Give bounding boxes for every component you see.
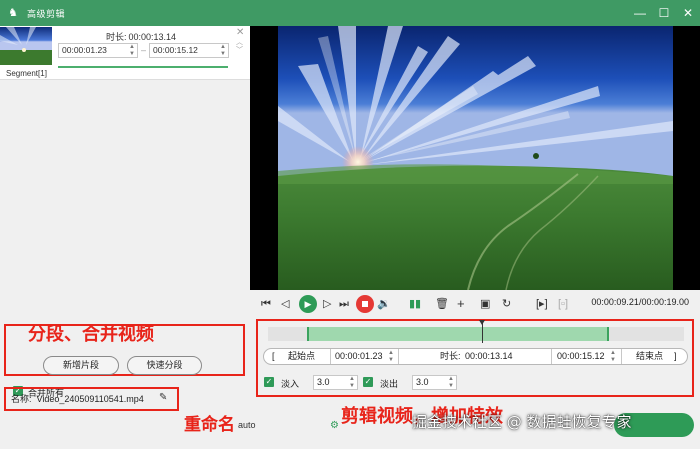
next-frame-icon[interactable]: ▷ — [323, 296, 331, 312]
skip-start-icon[interactable]: ⏮ — [261, 296, 271, 312]
timeline-selection[interactable] — [307, 327, 609, 341]
divider — [551, 349, 552, 364]
cut-start-value[interactable]: 00:00:01.23 — [335, 349, 383, 364]
fade-in-checkbox[interactable]: ✓ — [264, 377, 274, 387]
watermark: 掘金技术社区 @ 数据蛙恢复专家 — [412, 413, 632, 431]
cut-end-value[interactable]: 00:00:15.12 — [557, 349, 605, 364]
skip-end-icon[interactable]: ⏭ — [339, 296, 349, 312]
minimize-button[interactable]: — — [628, 0, 652, 26]
close-button[interactable]: ✕ — [676, 0, 700, 26]
segment-start-spinner[interactable]: ▲ ▼ — [129, 44, 135, 57]
divider — [330, 349, 331, 364]
app-logo-icon: ♞ — [8, 7, 18, 19]
cut-duration-value: 00:00:13.14 — [465, 351, 513, 361]
divider — [398, 349, 399, 364]
fade-out-spinner[interactable]: ▲ ▼ — [448, 376, 454, 389]
volume-icon[interactable]: 🔉 — [377, 296, 391, 312]
segment-start-field[interactable]: 00:00:01.23 ▲ ▼ — [58, 43, 138, 58]
set-end-button[interactable]: 结束点 — [636, 349, 663, 364]
fade-out-value: 3.0 — [416, 377, 429, 387]
video-preview[interactable] — [250, 26, 700, 290]
file-name-row: 名称: Video_240509110541.mp4 — [11, 392, 144, 405]
set-start-button[interactable]: 起始点 — [288, 349, 315, 364]
segment-thumbnail[interactable] — [0, 27, 52, 65]
new-segment-button[interactable]: 新增片段 — [43, 356, 119, 375]
playback-time: 00:00:09.21/00:00:19.00 — [591, 297, 689, 307]
split-icon[interactable]: ▮▮ — [409, 296, 421, 312]
output-setting-value[interactable]: auto — [238, 420, 256, 430]
divider — [621, 349, 622, 364]
stop-button[interactable] — [356, 295, 374, 313]
mark-out-icon[interactable]: [▫] — [558, 296, 568, 312]
highlight-box-split-merge — [4, 324, 245, 376]
cut-range-row: [ 起始点 00:00:01.23 ▲ ▼ 时长: 00:00:13.14 00:… — [263, 348, 688, 365]
segment-duration: 时长: 00:00:13.14 — [106, 30, 178, 43]
fade-in-field[interactable]: 3.0 ▲ ▼ — [313, 375, 358, 390]
current-time: 00:00:09.21 — [591, 297, 639, 307]
segment-label: Segment[1] — [6, 69, 47, 78]
prev-frame-icon[interactable]: ◁ — [281, 296, 289, 312]
add-icon[interactable]: + — [457, 296, 465, 312]
fade-out-field[interactable]: 3.0 ▲ ▼ — [412, 375, 457, 390]
settings-gear-icon[interactable]: ⚙ — [330, 420, 339, 431]
segment-end-spinner[interactable]: ▲ ▼ — [220, 44, 226, 57]
play-button[interactable]: ▶ — [299, 295, 317, 313]
fade-in-label: 淡入 — [281, 379, 300, 389]
maximize-button[interactable]: ☐ — [652, 0, 676, 26]
mark-in-icon[interactable]: [▸] — [536, 296, 548, 312]
fade-in-value: 3.0 — [317, 377, 330, 387]
start-bracket-icon: [ — [272, 351, 275, 361]
range-separator: – — [141, 45, 147, 55]
cut-duration-label: 时长: — [440, 351, 461, 361]
title-bar[interactable]: ♞ 高级剪辑 — ☐ ✕ — [0, 0, 700, 26]
edit-name-icon[interactable]: ✎ — [159, 392, 167, 403]
fade-in-spinner[interactable]: ▲ ▼ — [349, 376, 355, 389]
video-frame — [278, 26, 673, 290]
segment-end-field[interactable]: 00:00:15.12 ▲ ▼ — [149, 43, 229, 58]
end-bracket-icon: ] — [674, 351, 677, 361]
stop-icon — [362, 301, 368, 307]
remove-segment-icon[interactable]: ✕ — [236, 27, 244, 38]
playhead-handle-icon[interactable] — [479, 320, 485, 325]
total-time: 00:00:19.00 — [641, 297, 689, 307]
delete-icon[interactable]: 🗑 — [435, 296, 449, 312]
segment-card[interactable]: 时长: 00:00:13.14 00:00:01.23 ▲ ▼ – 00:00:15… — [0, 26, 250, 80]
fade-out-label: 淡出 — [380, 379, 399, 389]
segment-end-value: 00:00:15.12 — [153, 45, 198, 55]
segment-start-value: 00:00:01.23 — [62, 45, 107, 55]
file-name-value[interactable]: Video_240509110541.mp4 — [37, 394, 144, 404]
app-window: ♞ 高级剪辑 — ☐ ✕ 时长: 00:00:13.14 00:00:01.23… — [0, 0, 700, 449]
cut-start-spinner[interactable]: ▲ ▼ — [388, 350, 394, 363]
segment-duration-value: 00:00:13.14 — [128, 32, 177, 42]
file-name-label: 名称: — [11, 394, 32, 404]
copy-icon[interactable]: ▣ — [480, 296, 490, 312]
window-controls: — ☐ ✕ — [628, 0, 700, 26]
segment-progress-bar — [58, 66, 228, 68]
window-title: 高级剪辑 — [27, 8, 66, 19]
reorder-segment-icon[interactable]: ︿ ﹀ — [236, 39, 243, 55]
quick-split-button[interactable]: 快速分段 — [127, 356, 202, 375]
cut-end-spinner[interactable]: ▲ ▼ — [610, 350, 616, 363]
fade-out-checkbox[interactable]: ✓ — [363, 377, 373, 387]
transport-controls: ⏮ ◁ ▶ ▷ ⏭ 🔉 ▮▮ 🗑 + ▣ ↻ [▸] [▫] 00:00:09.… — [255, 293, 695, 315]
annotation-rename: 重命名 — [184, 415, 235, 435]
reset-icon[interactable]: ↻ — [502, 296, 511, 312]
segment-duration-label: 时长: — [106, 32, 127, 42]
